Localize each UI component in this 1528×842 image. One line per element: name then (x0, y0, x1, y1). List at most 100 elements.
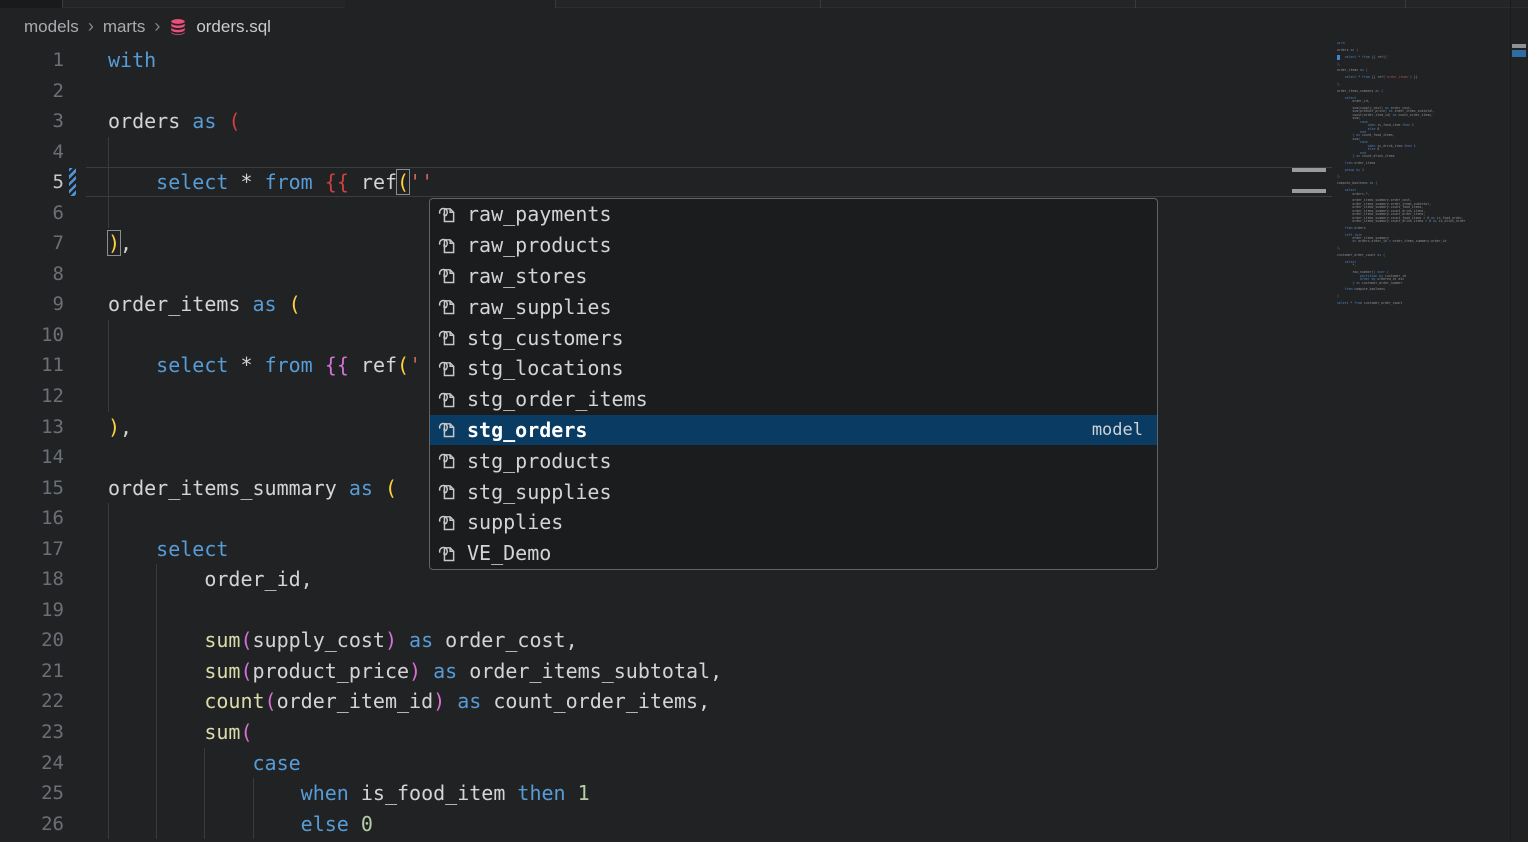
code-text: order_items as ( (108, 289, 301, 320)
suggestion-item[interactable]: VE_Demo (430, 538, 1157, 569)
suggestion-label: stg_order_items (467, 387, 648, 411)
suggestion-label: raw_stores (467, 264, 587, 288)
code-text: ), (108, 412, 132, 443)
minimap-divider (1510, 0, 1511, 842)
code-text: select * from {{ ref(' (108, 350, 421, 381)
indent-guide (156, 656, 157, 687)
line-number: 18 (0, 564, 64, 595)
file-reference-icon (437, 419, 458, 440)
indent-guide (156, 595, 157, 626)
tab-segment[interactable] (0, 0, 62, 8)
indent-guide (156, 809, 157, 840)
code-text: orders as ( (108, 106, 240, 137)
suggestion-item[interactable]: supplies (430, 507, 1157, 538)
tab-separator (1135, 0, 1136, 8)
indent-guide (204, 748, 205, 779)
indent-guide (108, 778, 109, 809)
tab-separator (62, 0, 63, 8)
code-text: select * from {{ ref('' (108, 167, 433, 198)
suggestion-item[interactable]: stg_locations (430, 353, 1157, 384)
line-number: 20 (0, 625, 64, 656)
tab-separator (1405, 0, 1406, 8)
code-text: else 0 (108, 809, 373, 840)
code-line[interactable]: 22 count(order_item_id) as count_order_i… (0, 686, 1332, 717)
overview-ruler-mark (1512, 44, 1526, 48)
breadcrumb-item-models[interactable]: models (24, 17, 79, 37)
suggestion-item[interactable]: stg_customers (430, 322, 1157, 353)
suggestion-label: stg_orders (467, 418, 587, 442)
indent-guide (108, 381, 109, 412)
line-number: 17 (0, 534, 64, 565)
code-line[interactable]: 4 (0, 137, 1332, 168)
suggestion-label: supplies (467, 510, 563, 534)
indent-guide (156, 748, 157, 779)
code-line[interactable]: 20 sum(supply_cost) as order_cost, (0, 625, 1332, 656)
line-number: 11 (0, 350, 64, 381)
code-line[interactable]: 5 select * from {{ ref('' (0, 167, 1332, 198)
line-number: 1 (0, 45, 64, 76)
breadcrumb-item-marts[interactable]: marts (103, 17, 146, 37)
indent-guide (204, 809, 205, 840)
suggestion-item[interactable]: stg_order_items (430, 384, 1157, 415)
file-reference-icon (437, 512, 458, 533)
file-reference-icon (437, 389, 458, 410)
code-line[interactable]: 24 case (0, 748, 1332, 779)
indent-guide (253, 778, 254, 809)
autocomplete-popup: raw_payments raw_products raw_stores raw_su… (429, 198, 1158, 570)
indent-guide (156, 686, 157, 717)
line-number: 21 (0, 656, 64, 687)
tab-bar[interactable] (0, 0, 1528, 8)
code-line[interactable]: 25 when is_food_item then 1 (0, 778, 1332, 809)
indent-guide (204, 778, 205, 809)
suggestion-item[interactable]: raw_stores (430, 261, 1157, 292)
code-line[interactable]: 3 orders as ( (0, 106, 1332, 137)
active-tab-segment[interactable] (345, 0, 555, 9)
code-line[interactable]: 21 sum(product_price) as order_items_sub… (0, 656, 1332, 687)
tab-separator (820, 0, 821, 8)
indent-guide (108, 686, 109, 717)
suggestion-detail: model (1092, 420, 1143, 440)
line-number: 3 (0, 106, 64, 137)
suggestion-item[interactable]: raw_payments (430, 199, 1157, 230)
line-number: 9 (0, 289, 64, 320)
suggestion-item[interactable]: raw_supplies (430, 291, 1157, 322)
suggestion-label: raw_payments (467, 202, 612, 226)
code-line[interactable]: 19 (0, 595, 1332, 626)
line-number: 2 (0, 76, 64, 107)
code-text: sum(supply_cost) as order_cost, (108, 625, 578, 656)
tab-separator (555, 0, 556, 8)
minimap[interactable]: with orders as ( select * from {{ ref(('… (1337, 42, 1507, 332)
indent-guide (108, 656, 109, 687)
chevron-right-icon: › (154, 16, 160, 37)
line-number: 6 (0, 198, 64, 229)
indent-guide (156, 778, 157, 809)
suggestion-item[interactable]: stg_supplies (430, 476, 1157, 507)
indent-guide (156, 625, 157, 656)
file-reference-icon (437, 235, 458, 256)
file-reference-icon (437, 265, 458, 286)
line-number: 24 (0, 748, 64, 779)
code-line[interactable]: 2 (0, 76, 1332, 107)
line-number: 8 (0, 259, 64, 290)
suggestion-item[interactable]: raw_products (430, 230, 1157, 261)
code-text: when is_food_item then 1 (108, 778, 590, 809)
code-text: with (108, 45, 156, 76)
line-number: 16 (0, 503, 64, 534)
breadcrumb-file[interactable]: orders.sql (196, 17, 271, 37)
file-reference-icon (437, 204, 458, 225)
indent-guide (108, 534, 109, 565)
indent-guide (108, 167, 109, 198)
editor-edge-decoration (1292, 189, 1326, 193)
suggestion-label: stg_customers (467, 326, 624, 350)
editor-edge-decoration (1292, 168, 1326, 172)
code-line[interactable]: 1 with (0, 45, 1332, 76)
code-line[interactable]: 26 else 0 (0, 809, 1332, 840)
suggestion-item[interactable]: stg_products (430, 445, 1157, 476)
minimap-git-modified-mark (1337, 55, 1340, 60)
code-line[interactable]: 23 sum( (0, 717, 1332, 748)
indent-guide (108, 748, 109, 779)
suggestion-item[interactable]: stg_orders model (430, 415, 1157, 446)
indent-guide (156, 564, 157, 595)
line-number: 13 (0, 412, 64, 443)
file-reference-icon (437, 327, 458, 348)
